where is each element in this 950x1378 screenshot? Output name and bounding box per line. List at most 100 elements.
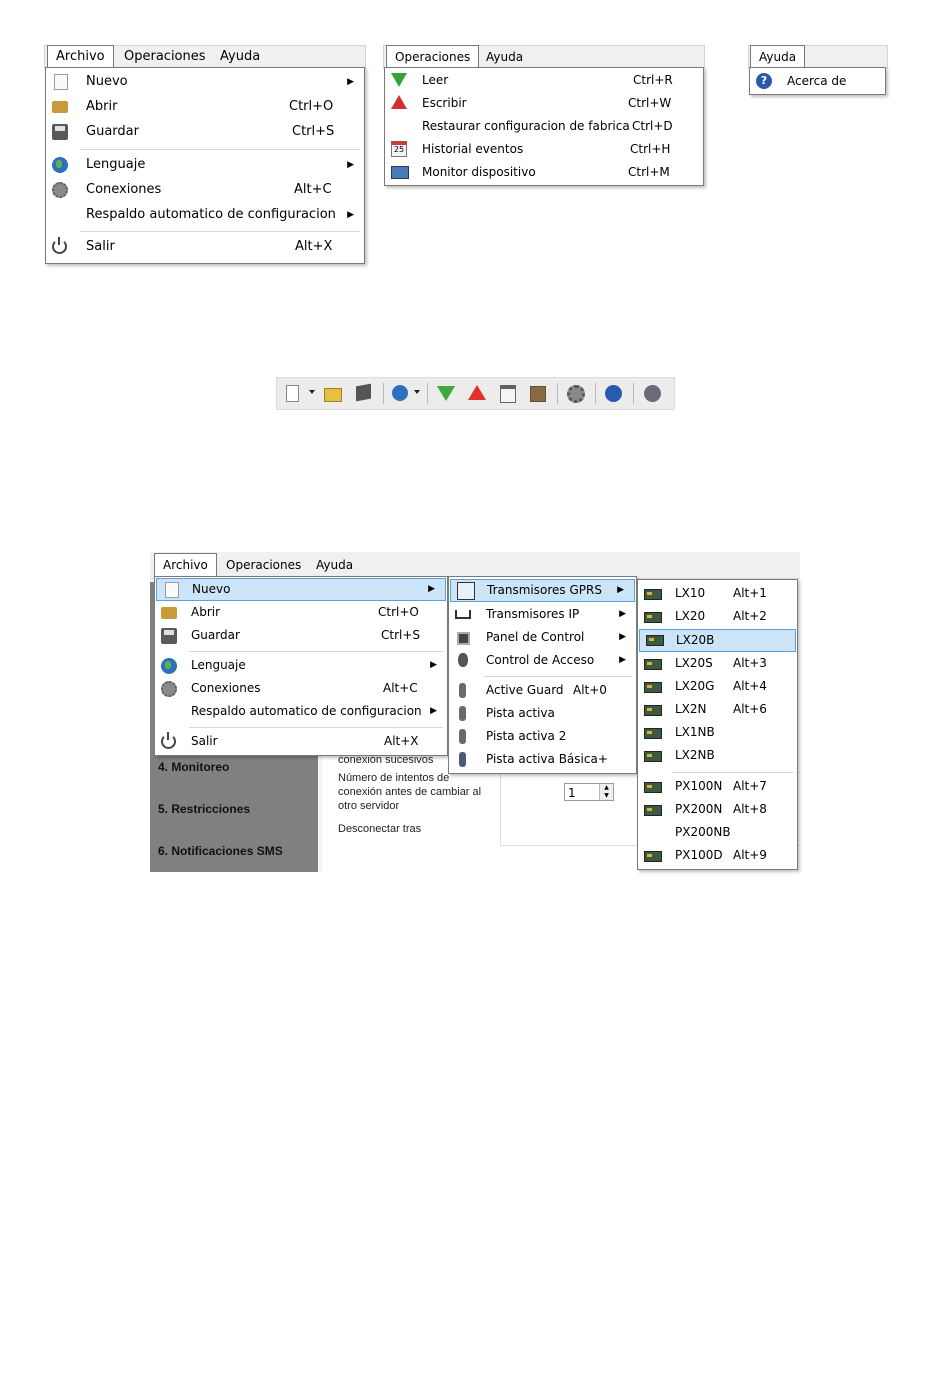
menu-item-salir[interactable]: Salir Alt+X (155, 730, 447, 753)
menu-item-nuevo[interactable]: Nuevo ▶ (156, 578, 446, 601)
menu-item-pista-activa[interactable]: Pista activa (449, 702, 636, 725)
menu-ayuda[interactable]: Ayuda (750, 45, 806, 68)
chevron-down-icon[interactable] (414, 390, 420, 394)
menu-item-label: LX2N (675, 702, 707, 716)
menu-item-shortcut: Ctrl+S (292, 124, 335, 139)
menu-item-label: Abrir (191, 605, 221, 619)
menu-item-salir[interactable]: Salir Alt+X (46, 235, 364, 259)
menu-item-active-guard[interactable]: Active Guard Alt+0 (449, 679, 636, 702)
label-desconectar-tras: Desconectar tras (338, 823, 422, 835)
menu-item-conexiones[interactable]: Conexiones Alt+C (155, 677, 447, 700)
toolbar-save-button[interactable] (355, 383, 373, 402)
menu-item-shortcut: Alt+C (383, 681, 418, 695)
menu-item-label: LX1NB (675, 725, 715, 739)
menu-separator (189, 651, 443, 652)
probe-icon (459, 729, 466, 744)
globe-icon (52, 157, 68, 173)
menu-archivo[interactable]: Archivo (154, 553, 217, 576)
menu-operaciones[interactable]: Operaciones (386, 45, 480, 68)
monitor-icon (391, 166, 409, 179)
toolbar-read-button[interactable] (437, 384, 455, 402)
toolbar-help-button[interactable] (604, 384, 622, 402)
menu-item-guardar[interactable]: Guardar Ctrl+S (155, 624, 447, 647)
menu-item-label: Active Guard (486, 683, 564, 697)
stepper-down-icon[interactable]: ▼ (600, 792, 613, 800)
stepper-up-icon[interactable]: ▲ (600, 784, 613, 792)
menu-item-label: Monitor dispositivo (422, 165, 536, 179)
toolbar-history-button[interactable] (499, 384, 517, 403)
menu-item-conexiones[interactable]: Conexiones Alt+C (46, 178, 364, 202)
menu-item-label: Guardar (86, 124, 139, 139)
menu-item-pista-activa-2[interactable]: Pista activa 2 (449, 725, 636, 748)
new-document-icon (286, 385, 299, 402)
menu-item-shortcut: Ctrl+S (381, 628, 421, 642)
menu-archivo[interactable]: Archivo (47, 45, 114, 68)
menu-item-lx1nb[interactable]: LX1NB (638, 721, 797, 744)
menu-item-px200n[interactable]: PX200N Alt+8 (638, 798, 797, 821)
menu-item-abrir[interactable]: Abrir Ctrl+O (46, 95, 364, 119)
stepper-value: 1 (568, 786, 576, 800)
chevron-down-icon[interactable] (309, 390, 315, 394)
menu-item-transmisores-ip[interactable]: Transmisores IP ▶ (449, 603, 636, 626)
device-board-icon (644, 682, 662, 693)
menu-item-restaurar[interactable]: Restaurar configuracion de fabrica Ctrl+… (385, 114, 703, 138)
menu-item-px200nb[interactable]: PX200NB (638, 821, 797, 844)
menu-item-abrir[interactable]: Abrir Ctrl+O (155, 601, 447, 624)
menu-item-lx2nb[interactable]: LX2NB (638, 744, 797, 767)
intentos-stepper[interactable]: 1 ▲ ▼ (564, 783, 614, 801)
stepper-buttons[interactable]: ▲ ▼ (599, 784, 613, 800)
sidebar-item-notificaciones-sms[interactable]: 6. Notificaciones SMS (158, 844, 283, 858)
open-folder-icon (324, 388, 342, 402)
toolbar-write-button[interactable] (468, 384, 486, 402)
toolbar-exit-button[interactable] (643, 384, 661, 402)
menu-item-label: Salir (86, 239, 115, 254)
menu-item-monitor[interactable]: Monitor dispositivo Ctrl+M (385, 160, 703, 184)
control-panel-icon (457, 632, 470, 645)
menu-item-escribir[interactable]: Escribir Ctrl+W (385, 91, 703, 115)
menu-item-historial[interactable]: 25 Historial eventos Ctrl+H (385, 137, 703, 161)
menu-item-control-de-acceso[interactable]: Control de Acceso ▶ (449, 649, 636, 672)
menu-item-guardar[interactable]: Guardar Ctrl+S (46, 120, 364, 144)
menu-item-transmisores-gprs[interactable]: Transmisores GPRS ▶ (450, 579, 635, 602)
menu-item-shortcut: Alt+0 (573, 683, 607, 697)
menu-item-respaldo[interactable]: Respaldo automatico de configuracion ▶ (155, 700, 447, 723)
menu-operaciones[interactable]: Operaciones (218, 554, 309, 576)
sidebar-item-restricciones[interactable]: 5. Restricciones (158, 802, 250, 816)
menu-item-label: Abrir (86, 99, 118, 114)
submenu-arrow-icon: ▶ (347, 160, 354, 170)
sidebar-item-monitoreo[interactable]: 4. Monitoreo (158, 760, 229, 774)
gear-icon (52, 182, 68, 198)
menu-item-respaldo[interactable]: Respaldo automatico de configuracion ▶ (46, 203, 364, 227)
menu-ayuda[interactable]: Ayuda (212, 46, 268, 68)
menu-item-label: LX20G (675, 679, 715, 693)
toolbar-new-button[interactable] (283, 384, 301, 402)
menu-operaciones[interactable]: Operaciones (116, 46, 214, 68)
menu-item-px100d[interactable]: PX100D Alt+9 (638, 844, 797, 867)
menu-ayuda[interactable]: Ayuda (308, 554, 361, 576)
menu-item-pista-activa-basica[interactable]: Pista activa Básica+ (449, 748, 636, 771)
submenu-arrow-icon: ▶ (347, 210, 354, 220)
menu-item-panel-de-control[interactable]: Panel de Control ▶ (449, 626, 636, 649)
menu-item-px100n[interactable]: PX100N Alt+7 (638, 775, 797, 798)
menu-item-lx20[interactable]: LX20 Alt+2 (638, 605, 797, 628)
menu-item-leer[interactable]: Leer Ctrl+R (385, 68, 703, 92)
device-board-icon (644, 589, 662, 600)
menu-item-nuevo[interactable]: Nuevo ▶ (46, 70, 364, 94)
menu-item-lenguaje[interactable]: Lenguaje ▶ (46, 153, 364, 177)
toolbar-open-button[interactable] (323, 384, 342, 402)
menu-item-shortcut: Alt+X (384, 734, 419, 748)
power-icon (161, 732, 176, 749)
menu-item-lx20s[interactable]: LX20S Alt+3 (638, 652, 797, 675)
menu-item-lx2n[interactable]: LX2N Alt+6 (638, 698, 797, 721)
menu-item-lx20b[interactable]: LX20B (639, 629, 796, 652)
menu-item-lx10[interactable]: LX10 Alt+1 (638, 582, 797, 605)
menu-item-acerca-de[interactable]: ? Acerca de (750, 69, 885, 93)
toolbar-connections-button[interactable] (566, 384, 585, 403)
menu-item-lenguaje[interactable]: Lenguaje ▶ (155, 654, 447, 677)
toolbar-language-button[interactable] (391, 384, 409, 402)
menu-item-lx20g[interactable]: LX20G Alt+4 (638, 675, 797, 698)
menu-item-shortcut: Ctrl+D (632, 119, 673, 133)
menu-item-label: Nuevo (192, 582, 231, 596)
toolbar-monitor-button[interactable] (528, 384, 546, 402)
menu-ayuda[interactable]: Ayuda (478, 46, 531, 68)
